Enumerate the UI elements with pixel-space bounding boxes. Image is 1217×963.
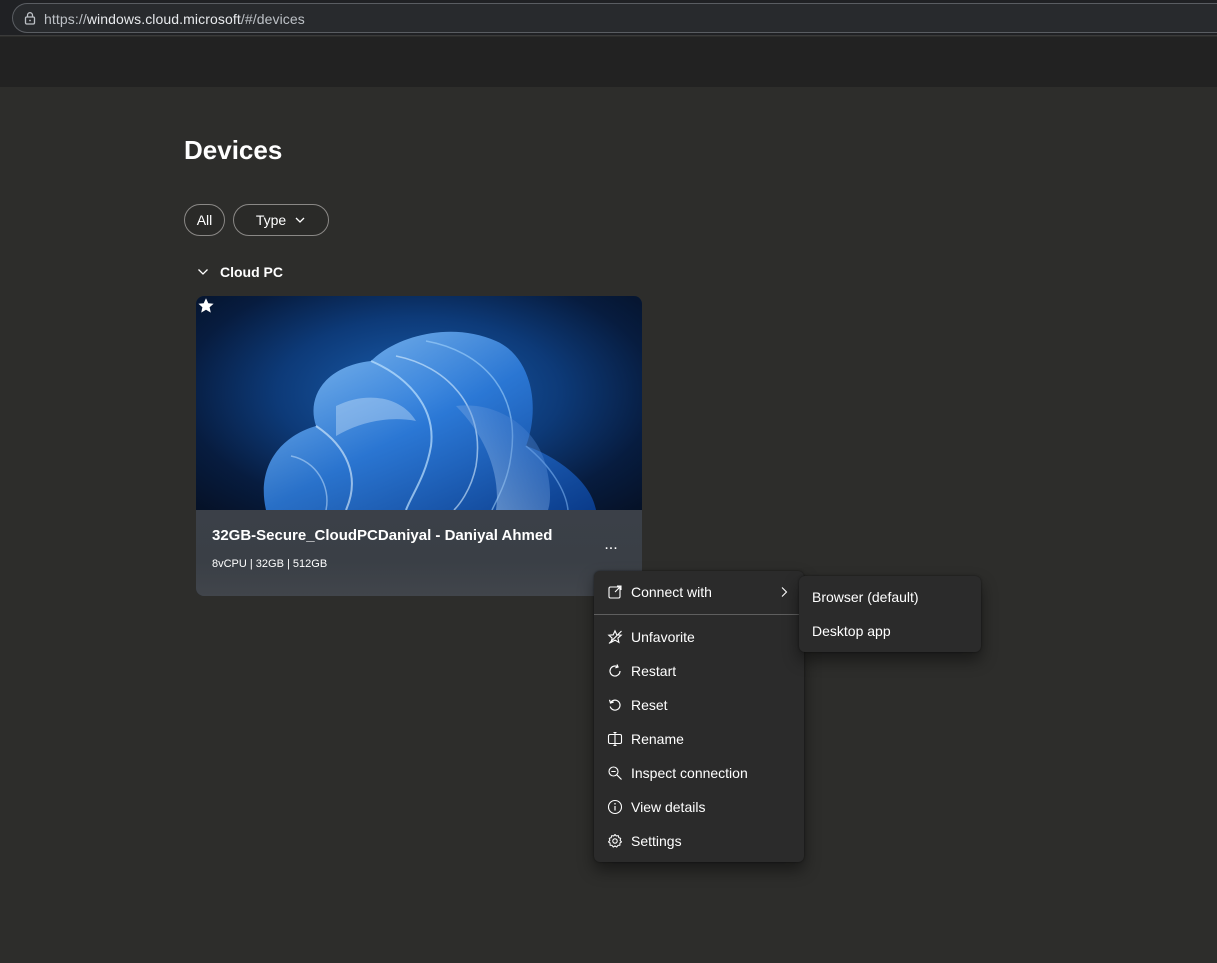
bloom-wallpaper-graphic: [263, 331, 596, 510]
restart-icon: [609, 664, 621, 677]
filter-all-button[interactable]: All: [184, 204, 225, 236]
section-label: Cloud PC: [220, 264, 283, 280]
menu-item-restart[interactable]: Restart: [594, 654, 804, 688]
menu-item-rename[interactable]: Rename: [594, 722, 804, 756]
menu-item-inspect-connection[interactable]: Inspect connection: [594, 756, 804, 790]
menu-item-label: Inspect connection: [631, 765, 748, 781]
submenu-item-browser[interactable]: Browser (default): [799, 580, 981, 614]
menu-item-label: Reset: [631, 697, 668, 713]
device-context-menu: Connect with Unfavorite Restart Reset Re…: [594, 571, 804, 862]
menu-item-label: View details: [631, 799, 706, 815]
filter-type-dropdown[interactable]: Type: [233, 204, 329, 236]
device-card[interactable]: 32GB-Secure_CloudPCDaniyal - Daniyal Ahm…: [196, 296, 642, 596]
url-host: windows.cloud.microsoft: [86, 11, 241, 27]
more-options-button[interactable]: ...: [597, 537, 625, 560]
device-name: 32GB-Secure_CloudPCDaniyal - Daniyal Ahm…: [212, 527, 553, 544]
open-external-icon: [608, 585, 622, 599]
filter-type-label: Type: [255, 212, 287, 228]
url-prefix: https://: [44, 11, 87, 27]
menu-item-label: Settings: [631, 833, 682, 849]
chevron-down-icon: [198, 269, 208, 275]
menu-item-label: Connect with: [631, 584, 712, 600]
menu-item-connect-with[interactable]: Connect with: [594, 575, 804, 609]
menu-item-unfavorite[interactable]: Unfavorite: [594, 620, 804, 654]
device-wallpaper: [196, 296, 642, 510]
info-icon: [607, 799, 623, 815]
menu-item-settings[interactable]: Settings: [594, 824, 804, 858]
reset-icon: [608, 699, 621, 711]
app-header: [0, 37, 1217, 87]
submenu-item-desktop-app[interactable]: Desktop app: [799, 614, 981, 648]
url-text[interactable]: https://windows.cloud.microsoft/#/device…: [44, 11, 305, 27]
menu-item-view-details[interactable]: View details: [594, 790, 804, 824]
menu-item-label: Unfavorite: [631, 629, 695, 645]
menu-item-reset[interactable]: Reset: [594, 688, 804, 722]
chevron-right-icon: [781, 587, 788, 597]
filter-all-label: All: [196, 212, 213, 228]
star-off-icon: [607, 629, 623, 644]
gear-icon: [607, 833, 623, 848]
url-path: /#/devices: [240, 11, 305, 27]
browser-toolbar: https://windows.cloud.microsoft/#/device…: [0, 0, 1217, 36]
device-info-panel: 32GB-Secure_CloudPCDaniyal - Daniyal Ahm…: [196, 510, 642, 596]
inspect-icon: [608, 766, 622, 780]
rename-icon: [607, 731, 623, 747]
favorite-star-icon[interactable]: [196, 296, 216, 316]
menu-divider: [594, 614, 804, 615]
submenu-item-label: Desktop app: [812, 623, 891, 639]
address-bar[interactable]: https://windows.cloud.microsoft/#/device…: [12, 3, 1217, 33]
chevron-down-icon: [295, 217, 305, 223]
page-title: Devices: [184, 135, 283, 165]
lock-icon: [24, 12, 36, 25]
menu-item-label: Restart: [631, 663, 677, 679]
submenu-item-label: Browser (default): [812, 589, 919, 605]
menu-item-label: Rename: [631, 731, 684, 747]
device-specs: 8vCPU | 32GB | 512GB: [212, 558, 328, 570]
connect-with-submenu: Browser (default) Desktop app: [799, 576, 981, 652]
cloud-pc-section-toggle[interactable]: Cloud PC: [196, 264, 283, 280]
